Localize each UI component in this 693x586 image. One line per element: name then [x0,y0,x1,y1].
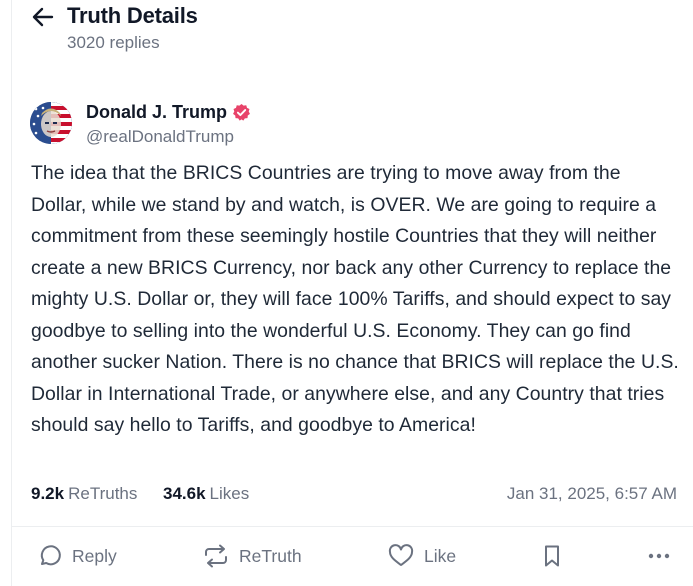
truth-details-page: Truth Details 3020 replies Donald J. Tru… [11,0,693,586]
bookmark-icon [545,545,559,567]
reply-label: Reply [72,545,117,566]
author-name-row: Donald J. Trump [86,102,251,123]
divider [12,526,693,527]
avatar[interactable] [30,102,72,144]
likes-label: Likes [209,484,250,503]
heart-icon [388,544,414,566]
retruths-label: ReTruths [68,484,138,503]
post-author: Donald J. Trump @realDonaldTrump [30,102,430,148]
arrow-left-icon [32,7,54,27]
like-button[interactable]: Like [388,528,456,584]
likes-count: 34.6k [163,484,206,503]
author-handle[interactable]: @realDonaldTrump [86,127,234,147]
post-stats: 9.2k ReTruths 34.6k Likes Jan 31, 2025, 6:… [31,484,677,508]
post-timestamp: Jan 31, 2025, 6:57 AM [506,484,677,503]
author-name[interactable]: Donald J. Trump [86,102,227,123]
retruths-count: 9.2k [31,484,65,503]
speech-bubble-icon [40,545,61,566]
like-label: Like [424,545,457,566]
action-bar: Reply ReTruth Like [12,528,693,586]
verified-badge-icon [233,103,250,121]
page-title: Truth Details [67,3,198,28]
retruth-label: ReTruth [239,545,302,566]
reply-button[interactable]: Reply [38,528,117,584]
likes-stat[interactable]: 34.6k Likes [163,484,249,504]
retruth-button[interactable]: ReTruth [203,528,302,584]
reply-count: 3020 replies [67,33,160,52]
bookmark-button[interactable] [542,528,562,584]
more-options-button[interactable] [648,528,670,584]
repost-arrows-icon [205,544,227,568]
post-body-text: The idea that the BRICS Countries are tr… [31,162,679,436]
page-header: Truth Details 3020 replies [12,0,693,62]
ellipsis-icon [648,553,670,559]
back-button[interactable] [30,4,56,30]
retruths-stat[interactable]: 9.2k ReTruths [31,484,137,504]
